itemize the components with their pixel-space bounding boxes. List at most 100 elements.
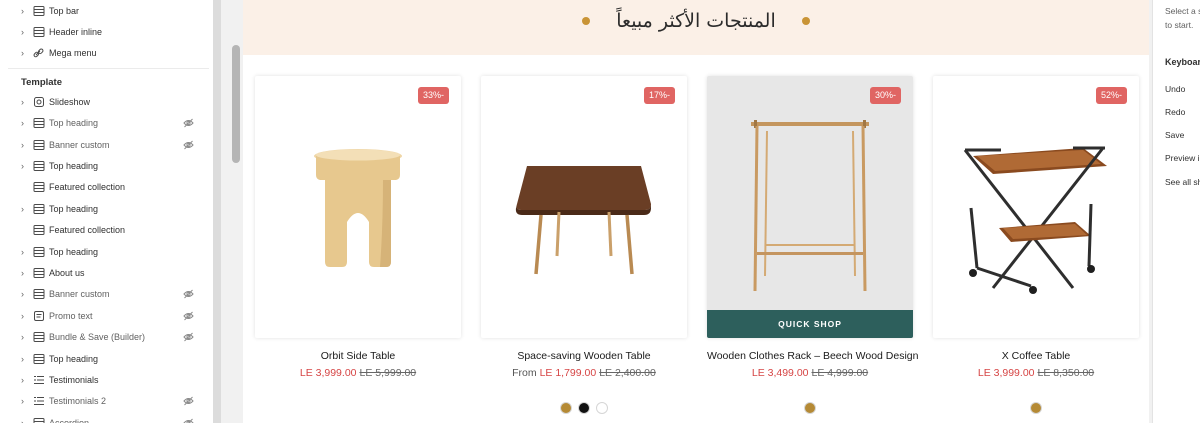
compare-at-price: LE 5,999.00 [359, 367, 417, 379]
product-image-orbit-side-table [314, 149, 402, 267]
color-swatch[interactable] [560, 402, 572, 414]
see-all-shortcuts-link[interactable]: See all sh [1165, 177, 1200, 187]
sidebar-item-bundle-save-builder[interactable]: › Bundle & Save (Builder) [0, 326, 213, 347]
product-title[interactable]: Space-saving Wooden Table [481, 350, 687, 362]
chevron-right-icon[interactable]: › [21, 354, 29, 364]
sidebar-item-top-heading[interactable]: › Top heading [0, 198, 213, 219]
sidebar-item-accordion[interactable]: › Accordion [0, 412, 213, 423]
sidebar-item-label: Top heading [49, 246, 99, 257]
sidebar-item-mega-menu[interactable]: › Mega menu [0, 43, 213, 64]
sidebar-item-featured-collection[interactable]: Featured collection [0, 177, 213, 198]
layout-icon [33, 161, 45, 172]
sidebar-item-header-inline[interactable]: › Header inline [0, 21, 213, 42]
chevron-right-icon[interactable]: › [21, 289, 29, 299]
sidebar-item-top-heading[interactable]: › Top heading [0, 155, 213, 176]
product-title[interactable]: X Coffee Table [933, 350, 1139, 362]
sidebar-item-label: Banner custom [49, 139, 110, 150]
chevron-right-icon[interactable]: › [21, 311, 29, 321]
chevron-right-icon[interactable]: › [21, 118, 29, 128]
shortcut-preview: Preview i [1165, 153, 1200, 163]
section-heading-banner: المنتجات الأكثر مبيعاً [243, 0, 1149, 55]
product-card[interactable]: 30%- QUICK SHOP [707, 76, 913, 338]
eye-off-icon[interactable] [183, 396, 194, 406]
sidebar-item-testimonials-2[interactable]: › Testimonials 2 [0, 391, 213, 412]
sidebar-item-top-heading[interactable]: › Top heading [0, 113, 213, 134]
layout-icon [33, 5, 45, 16]
discount-badge: 17%- [643, 87, 675, 104]
chevron-right-icon[interactable]: › [21, 6, 29, 16]
sale-price: LE 3,999.00 [299, 367, 357, 379]
layout-icon [33, 182, 45, 193]
quick-shop-button[interactable]: QUICK SHOP [707, 310, 913, 338]
discount-badge: 33%- [417, 87, 449, 104]
template-group: › Slideshow › Top heading › Banner custom › Top… [0, 91, 213, 423]
product-title[interactable]: Orbit Side Table [255, 350, 461, 362]
sidebar-item-label: Top heading [49, 118, 99, 129]
sale-price: LE 3,999.00 [977, 367, 1035, 379]
chevron-right-icon[interactable]: › [21, 27, 29, 37]
layout-icon [33, 225, 45, 236]
sidebar-item-top-heading[interactable]: › Top heading [0, 241, 213, 262]
sidebar-edge [213, 0, 221, 423]
product-card[interactable]: 17%- [481, 76, 687, 338]
chevron-right-icon[interactable]: › [21, 204, 29, 214]
shortcut-redo: Redo [1165, 107, 1186, 117]
link-icon [33, 48, 45, 58]
color-swatch[interactable] [578, 402, 590, 414]
discount-badge: 30%- [869, 87, 901, 104]
color-swatch[interactable] [1030, 402, 1042, 414]
sidebar-item-top-heading[interactable]: › Top heading [0, 348, 213, 369]
sidebar-item-label: Header inline [49, 27, 103, 38]
sidebar-item-about-us[interactable]: › About us [0, 262, 213, 283]
sidebar-item-label: Mega menu [49, 48, 97, 59]
eye-off-icon[interactable] [183, 418, 194, 423]
sidebar-item-label: Accordion [49, 417, 90, 423]
color-swatch[interactable] [596, 402, 608, 414]
chevron-right-icon[interactable]: › [21, 161, 29, 171]
text-icon [33, 310, 45, 321]
chevron-right-icon[interactable]: › [21, 247, 29, 257]
compare-at-price: LE 8,350.00 [1037, 367, 1095, 379]
chevron-right-icon[interactable]: › [21, 97, 29, 107]
sidebar-item-label: Promo text [49, 310, 93, 321]
chevron-right-icon[interactable]: › [21, 332, 29, 342]
chevron-right-icon[interactable]: › [21, 268, 29, 278]
product-title[interactable]: Wooden Clothes Rack – Beech Wood Design [707, 350, 918, 362]
chevron-right-icon[interactable]: › [21, 418, 29, 423]
chevron-right-icon[interactable]: › [21, 375, 29, 385]
sidebar-item-featured-collection[interactable]: Featured collection [0, 220, 213, 241]
sidebar-item-banner-custom[interactable]: › Banner custom [0, 134, 213, 155]
eye-off-icon[interactable] [183, 332, 194, 342]
layout-icon [33, 27, 45, 38]
sidebar-item-slideshow[interactable]: › Slideshow [0, 91, 213, 112]
chevron-right-icon[interactable]: › [21, 48, 29, 58]
layout-icon [33, 267, 45, 278]
sidebar-item-banner-custom[interactable]: › Banner custom [0, 284, 213, 305]
price-from-label: From [512, 367, 537, 379]
sections-sidebar: › Top bar › Header inline › Mega menu Templat… [0, 0, 213, 423]
sidebar-item-label: Top heading [49, 353, 99, 364]
sale-price: LE 3,499.00 [751, 367, 809, 379]
sidebar-item-label: About us [49, 267, 85, 278]
chevron-right-icon[interactable]: › [21, 140, 29, 150]
eye-off-icon[interactable] [183, 140, 194, 150]
product-price: LE 3,499.00 LE 4,999.00 [707, 367, 913, 379]
sidebar-item-label: Testimonials [49, 374, 99, 385]
sidebar-item-label: Top bar [49, 5, 80, 16]
chevron-right-icon[interactable]: › [21, 396, 29, 406]
product-price: LE 3,999.00 LE 5,999.00 [255, 367, 461, 379]
layout-icon [33, 118, 45, 129]
eye-off-icon[interactable] [183, 311, 194, 321]
sidebar-item-label: Top heading [49, 203, 99, 214]
sidebar-item-testimonials[interactable]: › Testimonials [0, 369, 213, 390]
color-swatch[interactable] [804, 402, 816, 414]
sidebar-item-promo-text[interactable]: › Promo text [0, 305, 213, 326]
product-card[interactable]: 52%- [933, 76, 1139, 338]
eye-off-icon[interactable] [183, 118, 194, 128]
sidebar-scrollbar[interactable] [232, 45, 240, 163]
product-card[interactable]: 33%- [255, 76, 461, 338]
sidebar-item-top-bar[interactable]: › Top bar [0, 0, 213, 21]
eye-off-icon[interactable] [183, 289, 194, 299]
list-icon [33, 396, 45, 406]
help-panel: Select a s to start. Keyboar Undo Redo S… [1152, 0, 1200, 423]
